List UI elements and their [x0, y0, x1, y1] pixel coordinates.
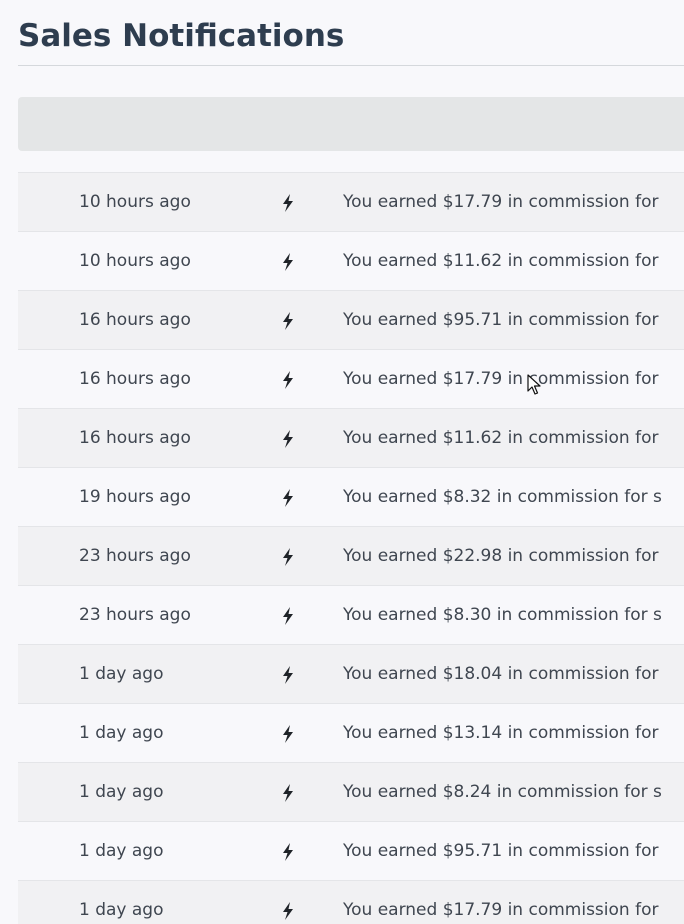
title-divider: [18, 65, 684, 66]
table-row[interactable]: 16 hours ago You earned $95.71 in commis…: [18, 290, 684, 349]
bolt-icon: [281, 312, 295, 330]
table-row[interactable]: 16 hours ago You earned $11.62 in commis…: [18, 408, 684, 467]
notification-message: You earned $22.98 in commission for: [343, 546, 659, 566]
notification-time: 1 day ago: [79, 841, 164, 861]
bolt-icon: [281, 194, 295, 212]
notification-message: You earned $8.24 in commission for s: [343, 782, 662, 802]
notification-message: You earned $8.30 in commission for s: [343, 605, 662, 625]
notification-time: 1 day ago: [79, 723, 164, 743]
notification-message: You earned $18.04 in commission for: [343, 664, 659, 684]
notification-message: You earned $11.62 in commission for: [343, 428, 659, 448]
notification-time: 1 day ago: [79, 900, 164, 920]
bolt-icon: [281, 843, 295, 861]
table-row[interactable]: 1 day ago You earned $18.04 in commissio…: [18, 644, 684, 703]
bolt-icon: [281, 902, 295, 920]
notification-time: 19 hours ago: [79, 487, 191, 507]
notification-message: You earned $13.14 in commission for: [343, 723, 659, 743]
table-row[interactable]: 10 hours ago You earned $11.62 in commis…: [18, 231, 684, 290]
notification-message: You earned $17.79 in commission for: [343, 369, 659, 389]
table-row[interactable]: 23 hours ago You earned $8.30 in commiss…: [18, 585, 684, 644]
bolt-icon: [281, 489, 295, 507]
bolt-icon: [281, 371, 295, 389]
table-header-bar: [18, 97, 684, 151]
notification-time: 23 hours ago: [79, 605, 191, 625]
notification-time: 1 day ago: [79, 664, 164, 684]
notification-message: You earned $17.79 in commission for: [343, 192, 659, 212]
notification-message: You earned $11.62 in commission for: [343, 251, 659, 271]
page-title: Sales Notifications: [18, 18, 345, 54]
table-row[interactable]: 1 day ago You earned $95.71 in commissio…: [18, 821, 684, 880]
notification-time: 16 hours ago: [79, 428, 191, 448]
notification-message: You earned $8.32 in commission for s: [343, 487, 662, 507]
table-row[interactable]: 23 hours ago You earned $22.98 in commis…: [18, 526, 684, 585]
bolt-icon: [281, 607, 295, 625]
notifications-table: 10 hours ago You earned $17.79 in commis…: [18, 172, 684, 924]
bolt-icon: [281, 253, 295, 271]
notification-time: 10 hours ago: [79, 251, 191, 271]
bolt-icon: [281, 784, 295, 802]
bolt-icon: [281, 666, 295, 684]
table-row[interactable]: 10 hours ago You earned $17.79 in commis…: [18, 172, 684, 231]
table-row[interactable]: 16 hours ago You earned $17.79 in commis…: [18, 349, 684, 408]
notification-time: 1 day ago: [79, 782, 164, 802]
mouse-cursor-icon: [527, 374, 541, 396]
notification-message: You earned $95.71 in commission for: [343, 841, 659, 861]
notification-time: 16 hours ago: [79, 369, 191, 389]
bolt-icon: [281, 725, 295, 743]
bolt-icon: [281, 430, 295, 448]
table-row[interactable]: 1 day ago You earned $17.79 in commissio…: [18, 880, 684, 924]
table-row[interactable]: 1 day ago You earned $13.14 in commissio…: [18, 703, 684, 762]
notification-time: 23 hours ago: [79, 546, 191, 566]
notification-time: 16 hours ago: [79, 310, 191, 330]
notification-message: You earned $17.79 in commission for: [343, 900, 659, 920]
table-row[interactable]: 19 hours ago You earned $8.32 in commiss…: [18, 467, 684, 526]
bolt-icon: [281, 548, 295, 566]
sales-notifications-page: Sales Notifications 10 hours ago You ear…: [0, 0, 684, 924]
notification-message: You earned $95.71 in commission for: [343, 310, 659, 330]
table-row[interactable]: 1 day ago You earned $8.24 in commission…: [18, 762, 684, 821]
notification-time: 10 hours ago: [79, 192, 191, 212]
